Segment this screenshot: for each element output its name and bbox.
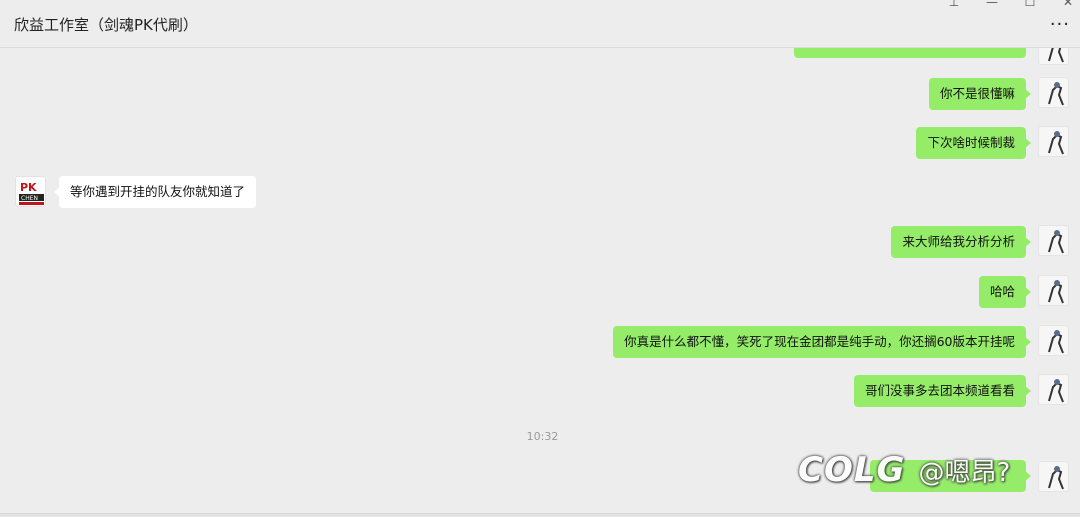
avatar-figure-icon	[1048, 82, 1064, 106]
avatar-figure-icon	[1048, 48, 1064, 63]
avatar-figure-icon	[1048, 280, 1064, 304]
self-avatar[interactable]	[1038, 48, 1069, 65]
self-avatar[interactable]	[1038, 77, 1069, 108]
message-bubble-out[interactable]: 来大师给我分析分析	[891, 226, 1031, 258]
avatar-figure-icon	[1048, 330, 1064, 354]
message-bubble-out[interactable]: 哥们没事多去团本频道看看	[853, 375, 1032, 407]
maximize-icon[interactable]: ☐	[1020, 0, 1040, 10]
message-bubble-out[interactable]: 你不是很懂嘛	[928, 78, 1032, 110]
self-avatar[interactable]	[1038, 461, 1069, 492]
svg-text:PK: PK	[20, 181, 37, 194]
more-options-icon[interactable]: ···	[1050, 16, 1070, 34]
avatar-figure-icon	[1048, 466, 1064, 490]
svg-text:CHEN: CHEN	[21, 195, 38, 202]
chat-title: 欣益工作室（剑魂PK代刷）	[14, 16, 198, 34]
avatar-figure-icon	[1048, 131, 1064, 155]
pin-icon[interactable]: ⊥	[944, 0, 964, 10]
close-icon[interactable]: ✕	[1058, 0, 1078, 10]
self-avatar[interactable]	[1038, 374, 1069, 405]
self-avatar[interactable]	[1038, 225, 1069, 256]
message-bubble-out[interactable]: 哈哈	[978, 276, 1032, 308]
peer-logo-icon: PK CHEN	[16, 177, 45, 206]
watermark-logo: COLG	[798, 450, 906, 490]
minimize-icon[interactable]: —	[982, 0, 1002, 10]
input-divider	[0, 513, 1080, 517]
self-avatar[interactable]	[1038, 325, 1069, 356]
message-list[interactable]: 你不是很懂嘛 下次啥时候制裁 PK CHEN 等你遇到开挂的队友你就知道了 来大…	[0, 48, 1080, 513]
self-avatar[interactable]	[1038, 126, 1069, 157]
watermark: COLG @嗯昂?	[798, 450, 1010, 500]
peer-avatar[interactable]: PK CHEN	[15, 176, 46, 207]
avatar-figure-icon	[1048, 230, 1064, 254]
message-bubble-out[interactable]: 你真是什么都不懂，笑死了现在金团都是纯手动，你还搁60版本开挂呢	[613, 326, 1031, 358]
avatar-figure-icon	[1048, 379, 1064, 403]
message-bubble-partial[interactable]	[794, 48, 1026, 58]
message-bubble-out[interactable]: 下次啥时候制裁	[916, 127, 1031, 159]
chat-header: 欣益工作室（剑魂PK代刷） ⊥ — ☐ ✕ ···	[0, 0, 1080, 48]
message-bubble-in[interactable]: 等你遇到开挂的队友你就知道了	[53, 176, 257, 208]
watermark-user: @嗯昂?	[918, 458, 1011, 488]
self-avatar[interactable]	[1038, 275, 1069, 306]
message-timestamp: 10:32	[526, 430, 559, 443]
